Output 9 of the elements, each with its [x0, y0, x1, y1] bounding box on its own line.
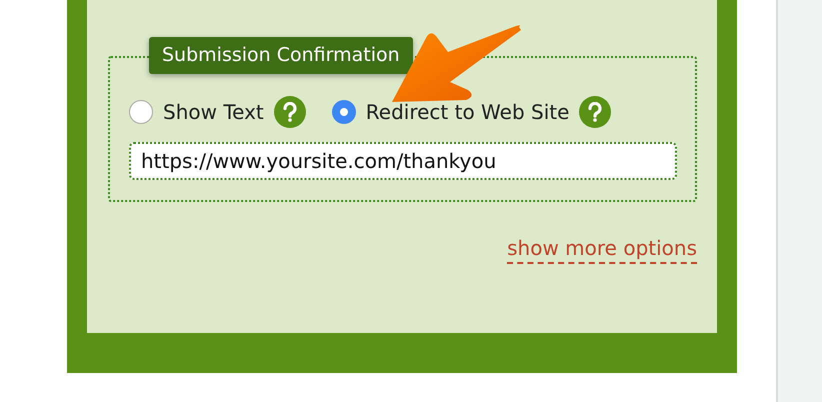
option-label[interactable]: Redirect to Web Site: [366, 100, 570, 124]
radio-button[interactable]: [332, 100, 356, 124]
show-more-options-link[interactable]: show more options: [507, 236, 697, 264]
url-field[interactable]: https://www.yoursite.com/thankyou: [129, 142, 677, 180]
help-icon[interactable]: [579, 96, 612, 128]
option-label[interactable]: Show Text: [163, 100, 264, 124]
radio-button[interactable]: [129, 100, 153, 124]
help-icon[interactable]: [274, 96, 306, 128]
section-legend: Submission Confirmation: [149, 37, 413, 74]
